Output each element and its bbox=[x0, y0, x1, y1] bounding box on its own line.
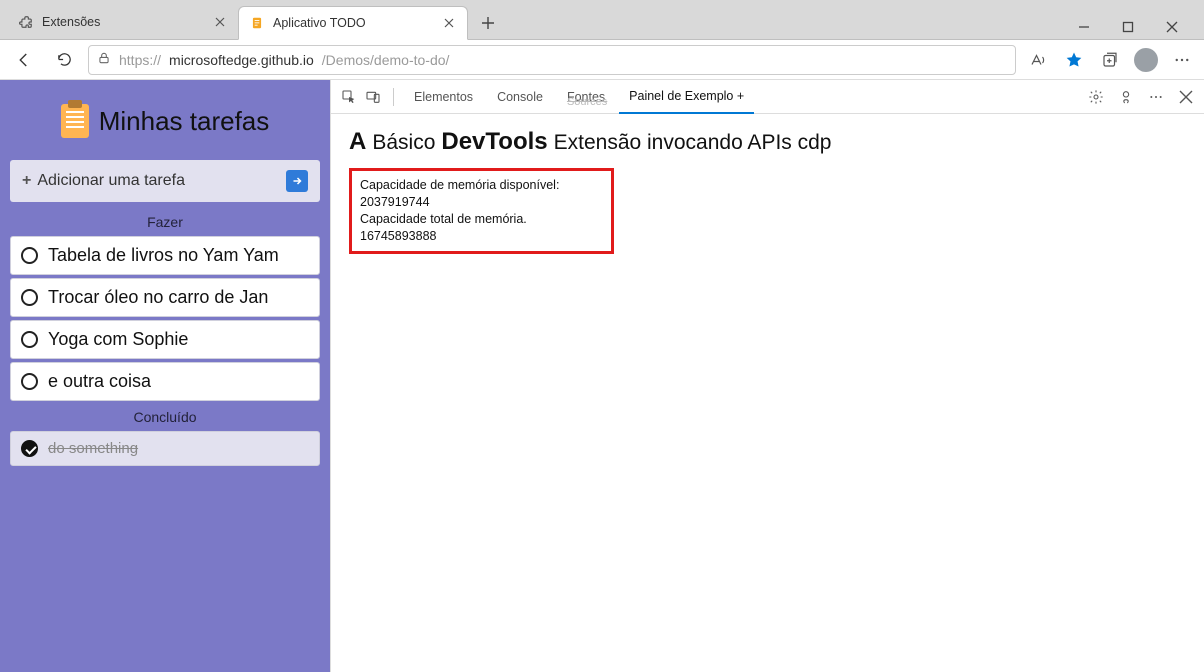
task-item[interactable]: e outra coisa bbox=[10, 362, 320, 401]
checkbox-icon[interactable] bbox=[21, 247, 38, 264]
close-devtools-icon[interactable] bbox=[1176, 87, 1196, 107]
add-task-label: Adicionar uma tarefa bbox=[37, 172, 185, 190]
checkbox-icon[interactable] bbox=[21, 373, 38, 390]
more-icon[interactable] bbox=[1146, 87, 1166, 107]
task-text: do something bbox=[48, 440, 138, 457]
close-icon[interactable] bbox=[441, 15, 457, 31]
new-tab-button[interactable] bbox=[472, 7, 504, 39]
todo-section-label: Fazer bbox=[6, 214, 324, 230]
page-title: Minhas tarefas bbox=[99, 106, 270, 137]
submit-task-button[interactable] bbox=[286, 170, 308, 192]
devtools-tab-sources-sub: Sources bbox=[567, 96, 607, 108]
close-window-button[interactable] bbox=[1158, 15, 1186, 39]
memory-available-label: Capacidade de memória disponível: bbox=[360, 178, 559, 192]
task-item-done[interactable]: do something bbox=[10, 431, 320, 466]
devtools-panel: Elementos Console Fontes Sources Painel … bbox=[330, 80, 1204, 672]
task-text: e outra coisa bbox=[48, 371, 151, 392]
panel-heading: A Básico DevTools Extensão invocando API… bbox=[349, 128, 1186, 156]
url-field[interactable]: https:// microsoftedge.github.io/Demos/de… bbox=[88, 45, 1016, 75]
read-aloud-icon[interactable] bbox=[1024, 46, 1052, 74]
tab-title: Aplicativo TODO bbox=[273, 16, 366, 30]
inspect-element-icon[interactable] bbox=[339, 87, 359, 107]
browser-tab-extensions[interactable]: Extensões bbox=[8, 5, 238, 39]
add-task-input[interactable]: + Adicionar uma tarefa bbox=[10, 160, 320, 202]
puzzle-icon bbox=[18, 14, 34, 30]
devtools-body: A Básico DevTools Extensão invocando API… bbox=[331, 114, 1204, 268]
browser-tab-todo[interactable]: Aplicativo TODO bbox=[238, 6, 468, 40]
window-titlebar: Extensões Aplicativo TODO bbox=[0, 0, 1204, 40]
memory-info-box: Capacidade de memória disponível: 203791… bbox=[349, 168, 614, 254]
url-scheme: https:// bbox=[119, 52, 161, 68]
window-controls bbox=[1060, 11, 1196, 39]
heading-prefix: A bbox=[349, 128, 366, 156]
tab-strip: Extensões Aplicativo TODO bbox=[8, 0, 1060, 39]
devtools-tab-elements[interactable]: Elementos bbox=[404, 80, 483, 114]
document-icon bbox=[249, 15, 265, 31]
memory-total-row: Capacidade total de memória. 16745893888 bbox=[360, 211, 603, 245]
profile-avatar[interactable] bbox=[1132, 46, 1160, 74]
todo-page: Minhas tarefas + Adicionar uma tarefa Fa… bbox=[0, 80, 330, 672]
url-host: microsoftedge.github.io bbox=[169, 52, 314, 68]
done-section-label: Concluído bbox=[6, 409, 324, 425]
back-button[interactable] bbox=[8, 44, 40, 76]
device-emulation-icon[interactable] bbox=[363, 87, 383, 107]
tab-title: Extensões bbox=[42, 15, 100, 29]
task-item[interactable]: Trocar óleo no carro de Jan bbox=[10, 278, 320, 317]
devtools-toolbar: Elementos Console Fontes Sources Painel … bbox=[331, 80, 1204, 114]
page-header: Minhas tarefas bbox=[6, 86, 324, 156]
checkbox-icon[interactable] bbox=[21, 331, 38, 348]
address-bar: https:// microsoftedge.github.io/Demos/de… bbox=[0, 40, 1204, 80]
refresh-button[interactable] bbox=[48, 44, 80, 76]
memory-total-value: 16745893888 bbox=[360, 229, 436, 243]
heading-basic: Básico bbox=[372, 131, 435, 155]
heading-devtools: DevTools bbox=[441, 128, 547, 156]
lock-icon bbox=[97, 51, 111, 68]
devtools-toolbar-right bbox=[1086, 87, 1196, 107]
devtools-tab-console[interactable]: Console bbox=[487, 80, 553, 114]
task-text: Yoga com Sophie bbox=[48, 329, 188, 350]
checkbox-checked-icon[interactable] bbox=[21, 440, 38, 457]
memory-available-row: Capacidade de memória disponível: 203791… bbox=[360, 177, 603, 211]
content-area: Minhas tarefas + Adicionar uma tarefa Fa… bbox=[0, 80, 1204, 672]
heading-rest: Extensão invocando APIs cdp bbox=[554, 131, 832, 155]
devtools-tab-sources-wrap[interactable]: Fontes Sources bbox=[557, 80, 615, 114]
divider bbox=[393, 88, 394, 106]
maximize-button[interactable] bbox=[1114, 15, 1142, 39]
task-text: Tabela de livros no Yam Yam bbox=[48, 245, 279, 266]
clipboard-icon bbox=[61, 104, 89, 138]
memory-available-value: 2037919744 bbox=[360, 195, 430, 209]
task-item[interactable]: Tabela de livros no Yam Yam bbox=[10, 236, 320, 275]
checkbox-icon[interactable] bbox=[21, 289, 38, 306]
feedback-icon[interactable] bbox=[1116, 87, 1136, 107]
more-menu-icon[interactable] bbox=[1168, 46, 1196, 74]
gear-icon[interactable] bbox=[1086, 87, 1106, 107]
task-text: Trocar óleo no carro de Jan bbox=[48, 287, 268, 308]
plus-icon: + bbox=[22, 172, 31, 190]
minimize-button[interactable] bbox=[1070, 15, 1098, 39]
task-item[interactable]: Yoga com Sophie bbox=[10, 320, 320, 359]
devtools-tab-custom-panel[interactable]: Painel de Exemplo + bbox=[619, 80, 754, 114]
url-path: /Demos/demo-to-do/ bbox=[322, 52, 450, 68]
close-icon[interactable] bbox=[212, 14, 228, 30]
memory-total-label: Capacidade total de memória. bbox=[360, 212, 527, 226]
collections-icon[interactable] bbox=[1096, 46, 1124, 74]
favorite-star-icon[interactable] bbox=[1060, 46, 1088, 74]
